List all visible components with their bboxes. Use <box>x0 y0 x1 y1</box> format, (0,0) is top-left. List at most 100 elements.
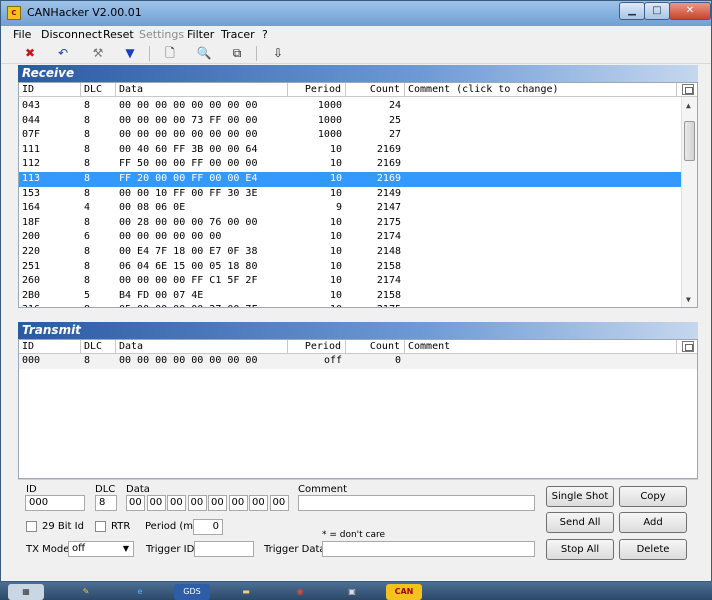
paint-icon[interactable]: ✎ <box>68 584 104 600</box>
table-row[interactable]: 260 8 00 00 00 00 FF C1 5F 2F 10 2174 <box>19 274 681 289</box>
table-row[interactable]: 2B0 5 B4 FD 00 07 4E 10 2158 <box>19 289 681 304</box>
browser-icon[interactable]: e <box>122 584 158 600</box>
column-chooser-icon[interactable] <box>682 84 694 95</box>
canhacker-taskbar-icon[interactable]: CAN <box>386 584 422 600</box>
col-id[interactable]: ID <box>19 83 81 97</box>
table-row[interactable]: 043 8 00 00 00 00 00 00 00 00 1000 24 <box>19 99 681 114</box>
data-byte-input[interactable]: 00 <box>146 495 166 511</box>
table-row[interactable]: 112 8 FF 50 00 00 FF 00 00 00 10 2169 <box>19 157 681 172</box>
menu-help[interactable]: ? <box>262 28 268 41</box>
cell-dlc: 8 <box>84 355 91 366</box>
transmit-grid[interactable]: ID DLC Data Period Count Comment 000 8 00 … <box>18 339 698 479</box>
table-row[interactable]: 113 8 FF 20 00 00 FF 00 00 E4 10 2169 <box>19 172 681 187</box>
txmode-select[interactable]: off ▼ <box>68 541 134 557</box>
data-byte-input[interactable]: 00 <box>167 495 186 511</box>
col-dlc[interactable]: DLC <box>81 340 116 354</box>
column-chooser-icon[interactable] <box>682 341 694 352</box>
chrome-icon[interactable]: ◉ <box>282 584 318 600</box>
cell-id: 200 <box>22 231 41 243</box>
menu-reset[interactable]: Reset <box>103 28 134 41</box>
title-bar[interactable]: C CANHacker V2.00.01 ▁ □ ✕ <box>1 1 711 26</box>
cell-period: 10 <box>329 231 342 243</box>
col-count[interactable]: Count <box>346 340 405 354</box>
dlc-input[interactable]: 8 <box>95 495 117 511</box>
cell-period: 10 <box>329 275 342 287</box>
trigger-data-input[interactable] <box>322 541 535 557</box>
single-shot-button[interactable]: Single Shot <box>546 486 614 507</box>
scroll-down-icon[interactable]: ▼ <box>686 295 691 304</box>
data-byte-input[interactable]: 00 <box>208 495 227 511</box>
trigger-id-input[interactable] <box>194 541 254 557</box>
col-count[interactable]: Count <box>346 83 405 97</box>
undo-icon[interactable]: ↶ <box>54 45 72 61</box>
menu-tracer[interactable]: Tracer <box>221 28 255 41</box>
col-dlc[interactable]: DLC <box>81 83 116 97</box>
table-row[interactable]: 18F 8 00 28 00 00 00 76 00 00 10 2175 <box>19 216 681 231</box>
filter-icon[interactable]: ▼ <box>121 45 139 61</box>
bit29-checkbox[interactable] <box>26 521 37 532</box>
disconnect-icon[interactable]: ✖ <box>21 45 39 61</box>
data-byte-input[interactable]: 00 <box>187 495 207 511</box>
cell-period: 10 <box>329 187 342 199</box>
close-button[interactable]: ✕ <box>669 2 711 20</box>
col-data[interactable]: Data <box>116 340 288 354</box>
col-comment[interactable]: Comment (click to change) <box>405 83 677 97</box>
minimize-button[interactable]: ▁ <box>619 2 645 20</box>
delete-button[interactable]: Delete <box>619 539 687 560</box>
table-row[interactable]: 316805 00 00 00 00 27 00 7F102175 <box>19 303 681 307</box>
menu-settings[interactable]: Settings <box>139 28 184 41</box>
cell-dlc: 8 <box>84 100 91 111</box>
scroll-thumb[interactable] <box>684 121 695 161</box>
table-row[interactable]: 220 8 00 E4 7F 18 00 E7 0F 38 10 2148 <box>19 245 681 260</box>
folder-icon[interactable]: ▬ <box>228 584 264 600</box>
table-row[interactable]: 251 8 06 04 6E 15 00 05 18 80 10 2158 <box>19 260 681 275</box>
data-byte-input[interactable]: 00 <box>228 495 248 511</box>
sort-icon[interactable]: ⇩ <box>269 45 287 61</box>
receive-scrollbar[interactable]: ▲ ▼ <box>681 97 697 307</box>
receive-grid[interactable]: ID DLC Data Period Count Comment (click … <box>18 82 698 308</box>
cell-data: 00 00 00 00 00 00 00 00 <box>119 100 258 111</box>
send-all-button[interactable]: Send All <box>546 512 614 533</box>
data-byte-input[interactable]: 00 <box>269 495 289 511</box>
table-row[interactable]: 200 6 00 00 00 00 00 00 10 2174 <box>19 230 681 245</box>
maximize-button[interactable]: □ <box>644 2 670 20</box>
scroll-up-icon[interactable]: ▲ <box>686 101 691 110</box>
data-byte-input[interactable]: 00 <box>126 495 145 511</box>
table-row[interactable]: 000 8 00 00 00 00 00 00 00 00 off 0 <box>19 354 697 369</box>
col-period[interactable]: Period <box>288 340 346 354</box>
start-icon[interactable]: ▦ <box>8 584 44 600</box>
gds-icon[interactable]: GDS <box>174 584 210 600</box>
cell-count: 2175 <box>346 303 405 307</box>
stop-all-button[interactable]: Stop All <box>546 539 614 560</box>
message-editor: ID 000 DLC 8 Data 00 00 00 00 00 00 00 00 Comme… <box>18 479 698 565</box>
table-row[interactable]: 164 4 00 08 06 0E 9 2147 <box>19 201 681 216</box>
table-row[interactable]: 153 8 00 00 10 FF 00 FF 30 3E 10 2149 <box>19 187 681 202</box>
menu-disconnect[interactable]: Disconnect <box>41 28 102 41</box>
txmode-label: TX Mode <box>26 544 70 555</box>
print-preview-icon[interactable]: 🔍 <box>195 45 213 61</box>
comment-input[interactable] <box>298 495 535 511</box>
table-row[interactable]: 044 8 00 00 00 00 73 FF 00 00 1000 25 <box>19 114 681 129</box>
menu-filter[interactable]: Filter <box>187 28 214 41</box>
col-id[interactable]: ID <box>19 340 81 354</box>
rtr-checkbox[interactable] <box>95 521 106 532</box>
col-period[interactable]: Period <box>288 83 346 97</box>
cell-id: 153 <box>22 187 41 199</box>
copy-icon[interactable]: ⧉ <box>228 45 246 61</box>
table-row[interactable]: 111 8 00 40 60 FF 3B 00 00 64 10 2169 <box>19 143 681 158</box>
new-file-icon[interactable]: 🗋 <box>161 45 179 61</box>
menu-file[interactable]: File <box>13 28 31 41</box>
col-data[interactable]: Data <box>116 83 288 97</box>
table-row[interactable]: 07F 8 00 00 00 00 00 00 00 00 1000 27 <box>19 128 681 143</box>
data-byte-input[interactable]: 00 <box>249 495 268 511</box>
id-input[interactable]: 000 <box>25 495 85 511</box>
cell-data: FF 50 00 00 FF 00 00 00 <box>119 158 258 170</box>
tools-icon[interactable]: ⚒ <box>89 45 107 61</box>
period-input[interactable]: 0 <box>193 519 223 535</box>
cell-dlc: 8 <box>84 260 91 272</box>
copy-button[interactable]: Copy <box>619 486 687 507</box>
add-button[interactable]: Add <box>619 512 687 533</box>
cell-data: 05 00 00 00 00 27 00 7F <box>116 303 288 307</box>
save-icon[interactable]: ▣ <box>334 584 370 600</box>
col-comment[interactable]: Comment <box>405 340 677 354</box>
